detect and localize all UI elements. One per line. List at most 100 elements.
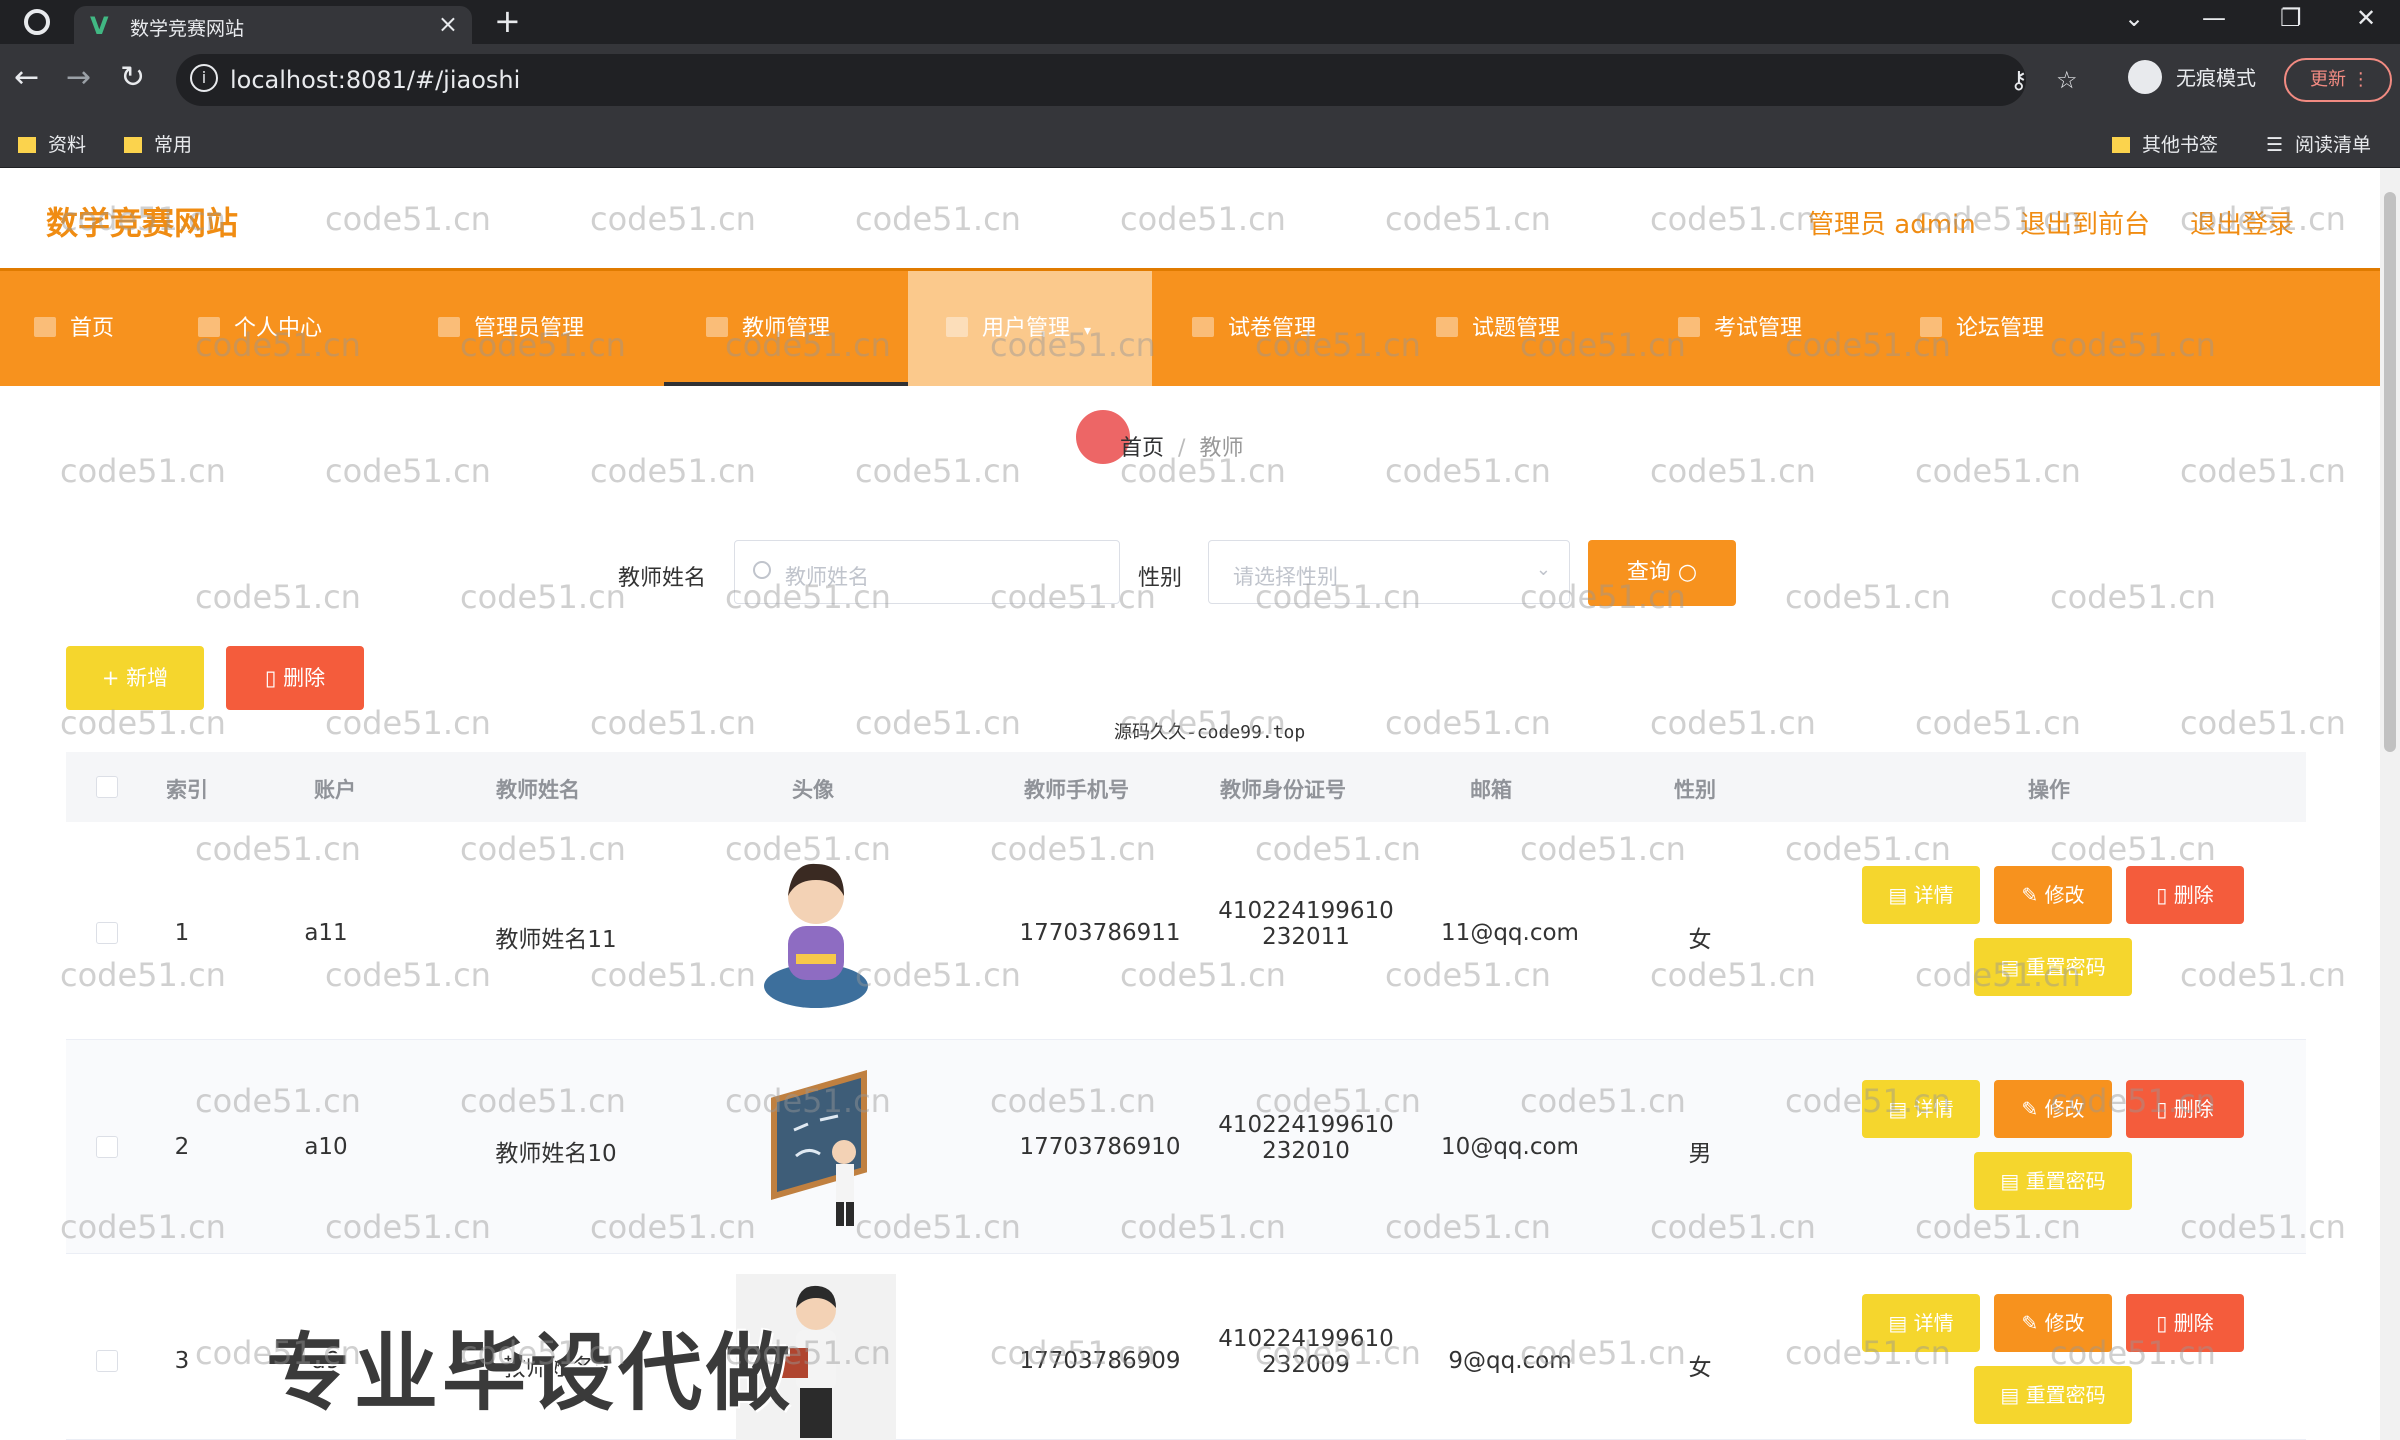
tab-search-icon[interactable]: ⌄ [2124, 4, 2144, 32]
watermark-text: code51.cn [1650, 704, 1816, 742]
column-header: 教师手机号 [1024, 778, 1129, 802]
url-field[interactable]: i localhost:8081/#/jiaoshi ⚷ ☆ [176, 54, 2078, 106]
restore-icon[interactable]: ❐ [2280, 4, 2302, 32]
batch-delete-button[interactable]: ▯ 删除 [226, 646, 364, 710]
nav-item-admins[interactable]: 管理员管理 [438, 271, 658, 386]
watermark-text: code51.cn [1385, 452, 1551, 490]
site-title: 数学竞赛网站 [46, 204, 239, 242]
watermark-text: code51.cn [325, 452, 491, 490]
search-icon [753, 561, 771, 579]
detail-button[interactable]: ▤ 详情 [1862, 866, 1980, 924]
reset-password-button[interactable]: ▤ 重置密码 [1974, 1152, 2132, 1210]
delete-icon: ▯ [264, 666, 284, 690]
back-to-frontend-link[interactable]: 退出到前台 [2020, 204, 2150, 241]
watermark-text: code51.cn [855, 704, 1021, 742]
nav-item-questions[interactable]: 试题管理 [1436, 271, 1636, 386]
detail-button[interactable]: ▤ 详情 [1862, 1080, 1980, 1138]
id-line: 232011 [1262, 924, 1350, 950]
table-row: 1 a11 教师姓名11 17703786911 410224199610 232… [66, 826, 2306, 1040]
scrollbar-thumb[interactable] [2384, 192, 2396, 752]
watermark-text: code51.cn [2180, 452, 2346, 490]
edit-label: 修改 [2044, 1097, 2085, 1121]
nav-item-teachers[interactable]: 教师管理 [664, 271, 908, 386]
detail-button[interactable]: ▤ 详情 [1862, 1294, 1980, 1352]
cell-gender: 女 [1688, 1355, 1712, 1381]
folder-icon [124, 137, 142, 153]
nav-label: 试题管理 [1472, 316, 1561, 341]
breadcrumb: 首页 / 教师 [1120, 430, 1243, 462]
cell-email: 11@qq.com [1441, 920, 1579, 946]
cell-account: a11 [304, 920, 348, 946]
site-info-icon[interactable]: i [190, 64, 218, 92]
edit-button[interactable]: ✎ 修改 [1994, 866, 2112, 924]
bookmark-label: 常用 [154, 134, 193, 156]
query-button[interactable]: 查询 ○ [1588, 540, 1736, 606]
select-all-checkbox[interactable] [96, 776, 118, 798]
browser-tabbar: V 数学竞赛网站 × + ⌄ — ❐ ✕ [0, 0, 2400, 44]
search-icon: ○ [1677, 560, 1698, 585]
nav-item-home[interactable]: 首页 [34, 271, 174, 386]
reset-icon: ▤ [2000, 955, 2026, 979]
teacher-name-label: 教师姓名 [618, 566, 707, 591]
delete-button[interactable]: ▯ 删除 [2126, 1080, 2244, 1138]
column-header: 性别 [1674, 778, 1716, 802]
delete-button[interactable]: ▯ 删除 [2126, 866, 2244, 924]
forward-icon[interactable]: → [66, 60, 91, 95]
bookmark-folder[interactable]: 常用 [124, 130, 192, 157]
teacher-name-input[interactable]: 教师姓名 [734, 540, 1120, 604]
reload-icon[interactable]: ↻ [120, 60, 145, 95]
nav-label: 试卷管理 [1228, 316, 1317, 341]
other-bookmarks[interactable]: 其他书签 [2112, 130, 2218, 157]
menu-icon [438, 317, 460, 337]
incognito-icon [2128, 60, 2162, 94]
nav-label: 个人中心 [234, 316, 323, 341]
delete-icon: ▯ [2156, 1097, 2174, 1121]
nav-item-profile[interactable]: 个人中心 [198, 271, 388, 386]
edit-label: 修改 [2044, 883, 2085, 907]
logout-link[interactable]: 退出登录 [2190, 204, 2294, 241]
cell-gender: 男 [1688, 1141, 1712, 1167]
reset-password-button[interactable]: ▤ 重置密码 [1974, 938, 2132, 996]
bookmark-label: 资料 [48, 134, 87, 156]
add-button[interactable]: + 新增 [66, 646, 204, 710]
page-scrollbar[interactable] [2380, 168, 2400, 1440]
minimize-icon[interactable]: — [2202, 4, 2226, 32]
delete-button[interactable]: ▯ 删除 [2126, 1294, 2244, 1352]
watermark-text: code51.cn [460, 578, 626, 616]
nav-item-forum[interactable]: 论坛管理 [1920, 271, 2120, 386]
watermark-text: code51.cn [590, 704, 756, 742]
edit-button[interactable]: ✎ 修改 [1994, 1294, 2112, 1352]
tab-close-icon[interactable]: × [438, 10, 458, 38]
reading-list[interactable]: ☰ 阅读清单 [2266, 130, 2371, 157]
nav-item-papers[interactable]: 试卷管理 [1192, 271, 1392, 386]
back-icon[interactable]: ← [14, 60, 39, 95]
gender-select[interactable]: 请选择性别 ⌄ [1208, 540, 1570, 604]
main-nav: 首页 个人中心 管理员管理 教师管理 用户管理 ▾ 试卷管理 试题管理 考试管理 … [0, 268, 2380, 386]
close-window-icon[interactable]: ✕ [2356, 4, 2376, 32]
update-button[interactable]: 更新 ⋮ [2284, 58, 2392, 102]
column-header: 操作 [2028, 778, 2070, 802]
key-icon[interactable]: ⚷ [2010, 66, 2028, 94]
row-checkbox[interactable] [96, 922, 118, 944]
new-tab-icon[interactable]: + [494, 2, 521, 40]
cell-account: a10 [304, 1134, 348, 1160]
nav-item-exams[interactable]: 考试管理 [1678, 271, 1878, 386]
row-checkbox[interactable] [96, 1350, 118, 1372]
reset-password-button[interactable]: ▤ 重置密码 [1974, 1366, 2132, 1424]
nav-item-users[interactable]: 用户管理 ▾ [908, 271, 1152, 386]
cell-phone: 17703786911 [1019, 920, 1181, 946]
cell-index: 1 [174, 920, 190, 946]
row-checkbox[interactable] [96, 1136, 118, 1158]
breadcrumb-home[interactable]: 首页 [1120, 436, 1164, 461]
reset-label: 重置密码 [2025, 1169, 2106, 1193]
cell-phone: 17703786910 [1019, 1134, 1181, 1160]
admin-label: 管理员 admin [1808, 210, 1976, 240]
browser-tab[interactable]: V 数学竞赛网站 × [74, 6, 472, 44]
edit-icon: ✎ [2021, 883, 2045, 907]
watermark-text: code51.cn [1915, 452, 2081, 490]
column-header: 账户 [314, 778, 356, 802]
bookmark-folder[interactable]: 资料 [18, 130, 86, 157]
watermark-text: code51.cn [1915, 704, 2081, 742]
bookmark-star-icon[interactable]: ☆ [2056, 66, 2078, 94]
edit-button[interactable]: ✎ 修改 [1994, 1080, 2112, 1138]
